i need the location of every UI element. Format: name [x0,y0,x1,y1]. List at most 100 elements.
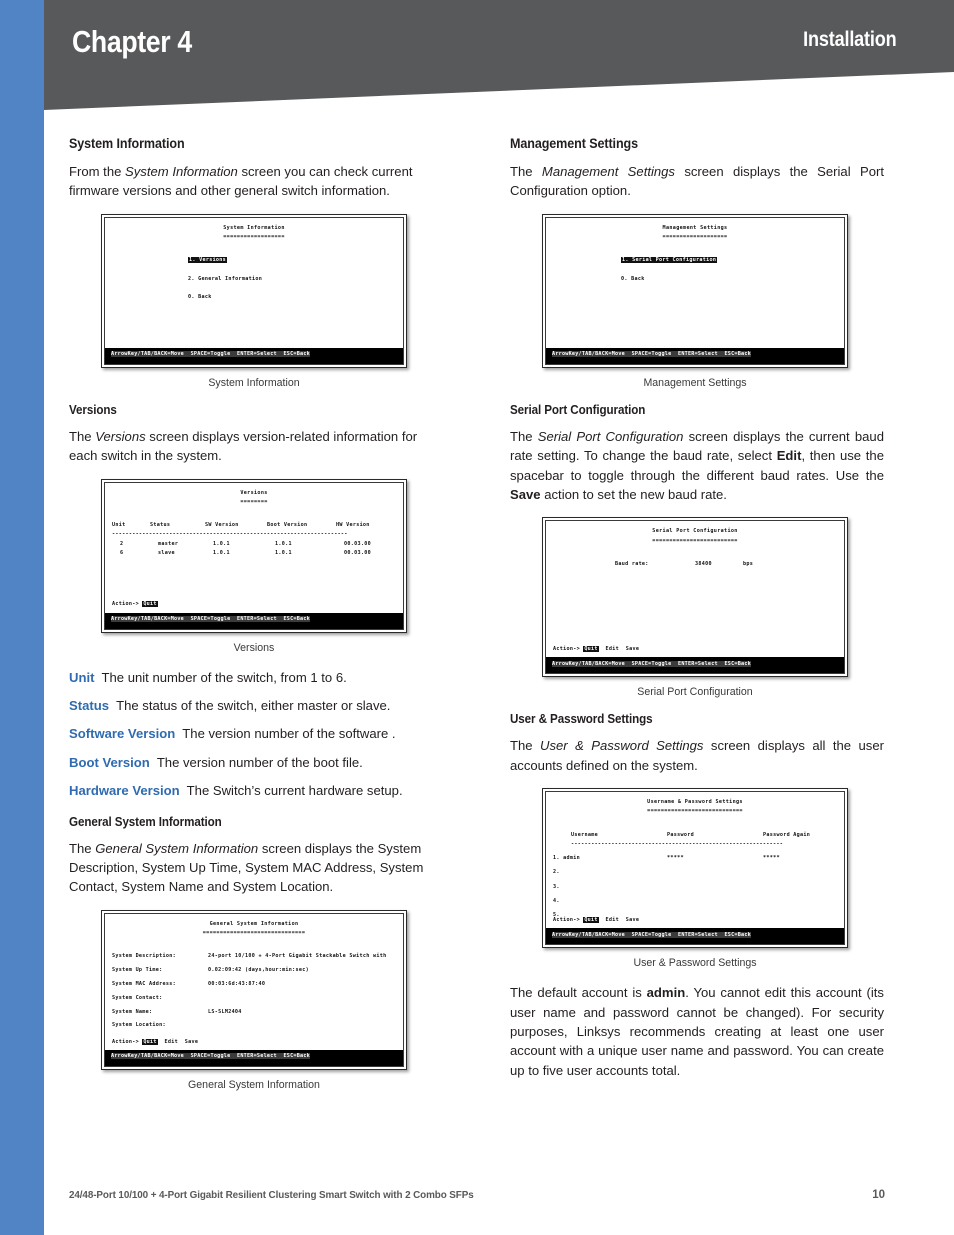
terminal-title-rule: ============================ [647,808,743,815]
caption-serial-port-configuration: Serial Port Configuration [637,686,753,699]
emphasis-screen-name: Serial Port Configuration [537,428,684,444]
text-part: The [510,738,540,754]
terminal-menu-item-versions[interactable]: 1. Versions [188,257,228,264]
terminal-statusbar: ArrowKey/TAB/BACK=Move SPACE=Toggle ENTE… [546,657,844,674]
heading-management-settings: Management Settings [510,136,638,151]
terminal-action-quit[interactable]: Quit [142,1038,158,1045]
caption-general-system-information: General System Information [188,1078,320,1091]
terminal-action-edit[interactable]: Edit [606,917,619,923]
terminal-table-row[interactable]: 4. [553,897,837,906]
text-part: The [69,428,96,444]
terminal-user-password-settings: Username & Password Settings ===========… [546,792,844,929]
definition-term: Software Version [69,726,176,742]
terminal-field-system-contact: System Contact: [112,994,163,1001]
screenshot-inner: Versions ======== Unit Status SW Version Bo… [104,481,404,630]
terminal-action-quit[interactable]: Quit [142,601,158,608]
emphasis-screen-name: General System Information [95,840,259,856]
terminal-title: Management Settings [662,224,728,231]
text-part: The [69,840,96,856]
terminal-title: System Information [223,224,285,231]
heading-system-information: System Information [69,136,185,151]
heading-serial-port-configuration: Serial Port Configuration [510,402,646,417]
terminal-title-rule: =================== [662,234,728,241]
terminal-action-bar: Action-> Quit Edit Save [553,645,639,654]
left-column: System Information From the System Infor… [69,136,443,1105]
footer-product-name: 24/48-Port 10/100 + 4-Port Gigabit Resil… [69,1190,474,1201]
terminal-title: Versions [240,489,268,496]
paragraph-default-account: The default account is admin. You cannot… [510,983,884,1080]
footer-page-number: 10 [872,1189,885,1201]
screenshot-frame-general-system-information: General System Information =============… [101,909,407,1070]
screenshot-inner: Username & Password Settings ===========… [545,791,845,946]
paragraph-management-settings: The Management Settings screen displays … [510,162,884,201]
emphasis-screen-name: System Information [125,164,238,179]
terminal-general-system-information: General System Information =============… [105,913,403,1050]
figure-management-settings: Management Settings =================== … [542,213,884,389]
terminal-field-baud-rate: Baud rate: 38400 bps [553,560,837,569]
paragraph-user-password-settings: The User & Password Settings screen disp… [510,736,884,775]
terminal-action-label: Action-> [553,646,580,653]
definition-hardware-version: Hardware Version The Switch’s current ha… [69,781,443,800]
terminal-title: Username & Password Settings [647,799,743,806]
terminal-action-save[interactable]: Save [185,1039,198,1045]
terminal-menu-item-back[interactable]: 0. Back [553,275,837,284]
terminal-menu-item-serial-port-configuration[interactable]: 1. Serial Port Configuration [621,257,718,264]
paragraph-versions: The Versions screen displays version-rel… [69,427,443,466]
terminal-table-row[interactable]: 2. [553,868,837,877]
paragraph-system-information: From the System Information screen you c… [69,162,443,201]
terminal-title-rule: ============================== [202,930,306,937]
caption-management-settings: Management Settings [643,376,747,389]
baud-rate-value[interactable]: 38400 [695,560,743,569]
screenshot-frame-user-password-settings: Username & Password Settings ===========… [542,788,848,949]
terminal-title: General System Information [209,920,299,927]
terminal-table-header: Username Password Password Again [571,831,811,838]
definition-description: The version number of the software . [182,726,396,742]
text-part: action to set the new baud rate. [540,487,727,503]
terminal-statusbar: ArrowKey/TAB/BACK=Move SPACE=Toggle ENTE… [546,928,844,945]
terminal-action-quit[interactable]: Quit [583,917,599,924]
definition-description: The Switch’s current hardware setup. [186,783,403,799]
terminal-action-save[interactable]: Save [626,646,639,652]
terminal-serial-port-configuration: Serial Port Configuration ==============… [546,521,844,658]
terminal-title-rule: ======== [240,498,268,505]
terminal-table-row[interactable]: 3. [553,883,837,892]
terminal-table-separator: ----------------------------------------… [112,531,348,538]
baud-rate-label: Baud rate: [615,561,649,568]
terminal-action-label: Action-> [112,1038,139,1045]
definition-boot-version: Boot Version The version number of the b… [69,753,443,772]
terminal-field-system-description: System Description: 24-port 10/100 + 4-Po… [112,953,387,960]
text-part: The [510,164,542,179]
terminal-action-quit[interactable]: Quit [583,646,599,653]
paragraph-general-system-information: The General System Information screen di… [69,839,443,897]
terminal-table-row[interactable]: 1. admin ***** ***** [553,854,837,863]
definition-software-version: Software Version The version number of t… [69,724,443,743]
screenshot-frame-serial-port-configuration: Serial Port Configuration ==============… [542,517,848,678]
definition-unit: Unit The unit number of the switch, from… [69,668,443,687]
terminal-table-separator: ----------------------------------------… [571,841,784,848]
terminal-menu-item-back[interactable]: 0. Back [112,293,396,302]
terminal-management-settings: Management Settings =================== … [546,217,844,348]
header-section-title: Installation [802,28,896,51]
page-footer: 24/48-Port 10/100 + 4-Port Gigabit Resil… [69,1189,885,1201]
terminal-menu-item-general-information[interactable]: 2. General Information [112,275,396,284]
screenshot-frame-versions: Versions ======== Unit Status SW Version Bo… [101,478,407,633]
terminal-versions: Versions ======== Unit Status SW Version Bo… [105,482,403,613]
versions-field-definitions: Unit The unit number of the switch, from… [69,668,443,801]
chapter-title: Chapter 4 [72,24,192,59]
terminal-system-information: System Information ================== 1.… [105,217,403,348]
definition-status: Status The status of the switch, either … [69,696,443,715]
definition-term: Status [69,698,110,714]
terminal-statusbar: ArrowKey/TAB/BACK=Move SPACE=Toggle ENTE… [105,347,403,364]
terminal-action-edit[interactable]: Edit [165,1039,178,1045]
figure-serial-port-configuration: Serial Port Configuration ==============… [542,517,884,698]
page-header-band [44,0,954,110]
terminal-title-rule: ========================= [652,537,738,544]
bold-admin-account: admin [646,985,686,1001]
text-part: From the [69,164,126,179]
terminal-action-save[interactable]: Save [626,917,639,923]
terminal-title: Serial Port Configuration [652,528,738,535]
terminal-action-edit[interactable]: Edit [606,646,619,652]
terminal-action-bar: Action-> Quit Edit Save [112,1038,198,1047]
bold-save-action: Save [510,487,541,503]
definition-description: The status of the switch, either master … [116,698,391,714]
